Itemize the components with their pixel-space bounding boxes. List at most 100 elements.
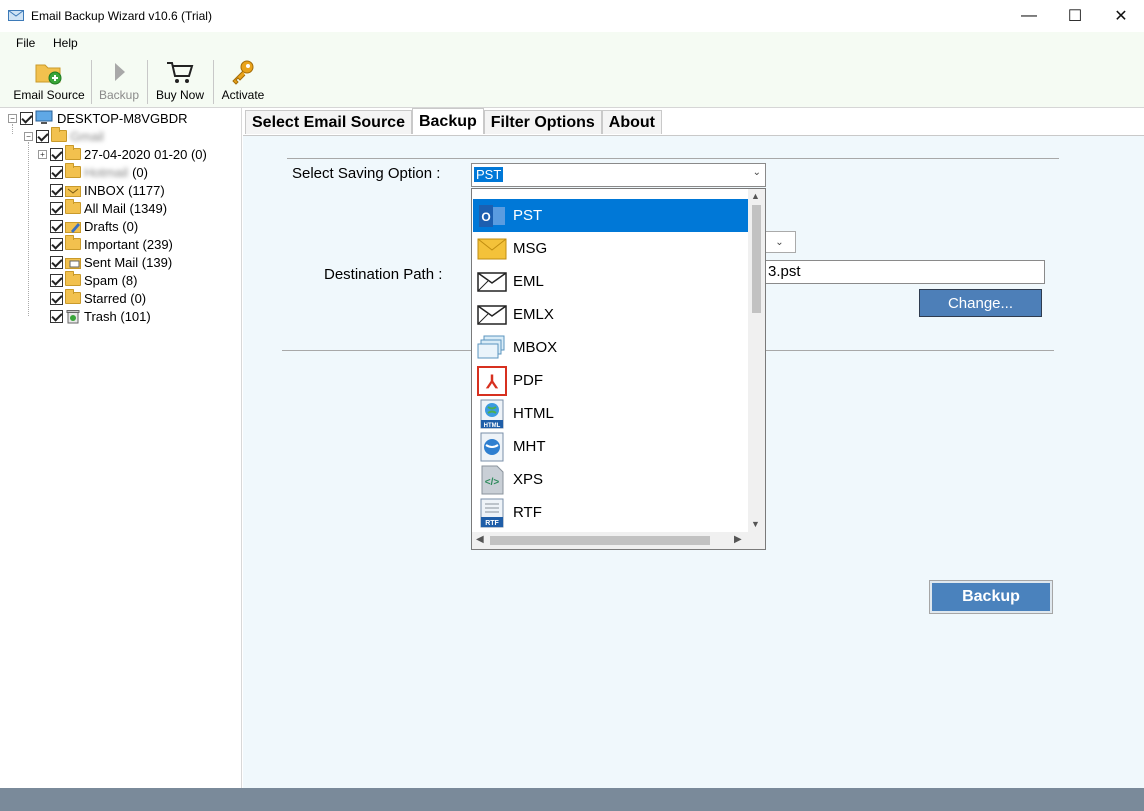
scrollbar-thumb[interactable]: [752, 205, 761, 313]
tree-item[interactable]: Starred (0): [50, 289, 146, 307]
xps-icon: </>: [476, 465, 508, 495]
checkbox[interactable]: [50, 291, 63, 305]
tree-item[interactable]: + 27-04-2020 01-20 (0): [38, 145, 207, 163]
scroll-down-icon[interactable]: ▼: [751, 519, 760, 529]
buy-now-label: Buy Now: [155, 88, 205, 102]
checkbox[interactable]: [50, 237, 63, 251]
scroll-right-icon[interactable]: ▶: [734, 534, 742, 545]
toolbar: Email Source Backup Buy Now Activate: [0, 54, 1144, 108]
option-label: EML: [513, 273, 544, 290]
tree-item[interactable]: Spam (8): [50, 271, 137, 289]
change-button[interactable]: Change...: [919, 289, 1042, 317]
close-button[interactable]: ✕: [1098, 0, 1144, 32]
activate-label: Activate: [221, 88, 265, 102]
option-label: PDF: [513, 372, 543, 389]
folder-icon: [65, 199, 81, 214]
tree-item[interactable]: INBOX (1177): [50, 181, 165, 199]
checkbox[interactable]: [50, 165, 63, 179]
backup-toolbar-button[interactable]: Backup: [96, 58, 142, 106]
tree-node-account[interactable]: − Gmail: [24, 127, 104, 145]
expand-icon[interactable]: +: [38, 149, 47, 159]
option-pst[interactable]: O PST: [473, 199, 748, 232]
folder-icon: [65, 163, 81, 178]
tree-item[interactable]: Hotmail (0): [50, 163, 148, 181]
computer-icon: [35, 110, 53, 124]
menu-help[interactable]: Help: [53, 36, 78, 50]
folder-add-icon: [34, 58, 64, 86]
secondary-select[interactable]: ⌄: [763, 231, 796, 253]
option-emlx[interactable]: EMLX: [473, 298, 748, 331]
scrollbar-thumb[interactable]: [490, 536, 710, 545]
option-mbox[interactable]: MBOX: [473, 331, 748, 364]
backup-button[interactable]: Backup: [929, 580, 1053, 614]
tree-item-label: Drafts (0): [84, 218, 139, 234]
folder-icon: [65, 145, 81, 160]
option-msg[interactable]: MSG: [473, 232, 748, 265]
menu-file[interactable]: File: [16, 36, 35, 50]
option-rtf[interactable]: RTF RTF: [473, 496, 748, 529]
tab-filter-options[interactable]: Filter Options: [483, 110, 602, 134]
toolbar-separator: [213, 60, 214, 104]
checkbox[interactable]: [50, 255, 63, 269]
buy-now-button[interactable]: Buy Now: [153, 58, 207, 106]
tree-item[interactable]: Drafts (0): [50, 217, 138, 235]
option-label: MBOX: [513, 339, 558, 356]
option-label: EMLX: [513, 306, 554, 323]
destination-path-input[interactable]: 3.pst: [763, 260, 1045, 284]
saving-option-dropdown[interactable]: O PST MSG EML EMLX MBOX ⅄ PDF HTML HTML …: [471, 188, 766, 550]
menu-bar: File Help: [0, 32, 1144, 54]
vertical-scrollbar[interactable]: ▲ ▼: [748, 189, 765, 532]
tab-select-email-source[interactable]: Select Email Source: [245, 110, 412, 134]
scroll-left-icon[interactable]: ◀: [476, 534, 484, 545]
tree-node-root[interactable]: − DESKTOP-M8VGBDR: [8, 109, 188, 127]
tree-item[interactable]: All Mail (1349): [50, 199, 167, 217]
tree-item-label: All Mail (1349): [84, 200, 168, 216]
folder-icon: [65, 235, 81, 250]
checkbox[interactable]: [50, 219, 63, 233]
email-source-label: Email Source: [13, 88, 85, 102]
minimize-button[interactable]: —: [1006, 0, 1052, 32]
tree-item-label: Starred (0): [84, 290, 147, 306]
mbox-icon: [476, 333, 508, 363]
checkbox[interactable]: [50, 201, 63, 215]
tree-item[interactable]: Sent Mail (139): [50, 253, 172, 271]
folder-icon: [65, 271, 81, 286]
tree-root-label: DESKTOP-M8VGBDR: [57, 110, 188, 126]
backup-button-label: Backup: [932, 583, 1050, 611]
svg-text:</>: </>: [485, 477, 500, 488]
option-mht[interactable]: MHT: [473, 430, 748, 463]
saving-option-select[interactable]: PST ⌄: [471, 163, 766, 187]
option-pdf[interactable]: ⅄ PDF: [473, 364, 748, 397]
scroll-up-icon[interactable]: ▲: [751, 191, 760, 201]
activate-button[interactable]: Activate: [218, 58, 268, 106]
tree-item[interactable]: Important (239): [50, 235, 173, 253]
envelope-icon: [476, 234, 508, 264]
checkbox[interactable]: [50, 273, 63, 287]
toolbar-separator: [91, 60, 92, 104]
option-xps[interactable]: </> XPS: [473, 463, 748, 496]
play-arrow-icon: [104, 58, 134, 86]
option-eml[interactable]: EML: [473, 265, 748, 298]
horizontal-scrollbar[interactable]: ◀ ▶: [472, 532, 748, 549]
checkbox[interactable]: [50, 147, 63, 161]
tab-about[interactable]: About: [601, 110, 662, 134]
tab-backup[interactable]: Backup: [411, 108, 484, 134]
option-html[interactable]: HTML HTML: [473, 397, 748, 430]
scrollbar-corner: [748, 532, 765, 549]
tree-item-blurred-label: Hotmail: [84, 164, 129, 180]
checkbox[interactable]: [50, 183, 63, 197]
checkbox[interactable]: [50, 309, 63, 323]
backup-toolbar-label: Backup: [98, 88, 140, 102]
tree-item-label: 27-04-2020 01-20 (0): [84, 146, 207, 162]
collapse-icon[interactable]: −: [8, 113, 17, 123]
destination-path-label: Destination Path :: [324, 266, 443, 283]
collapse-icon[interactable]: −: [24, 131, 33, 141]
svg-text:HTML: HTML: [484, 423, 501, 429]
svg-text:RTF: RTF: [485, 520, 499, 527]
tree-item[interactable]: Trash (101): [50, 307, 151, 325]
svg-text:O: O: [481, 210, 490, 224]
email-source-button[interactable]: Email Source: [12, 58, 86, 106]
checkbox[interactable]: [36, 129, 49, 143]
maximize-button[interactable]: ☐: [1052, 0, 1098, 32]
checkbox[interactable]: [20, 111, 33, 125]
